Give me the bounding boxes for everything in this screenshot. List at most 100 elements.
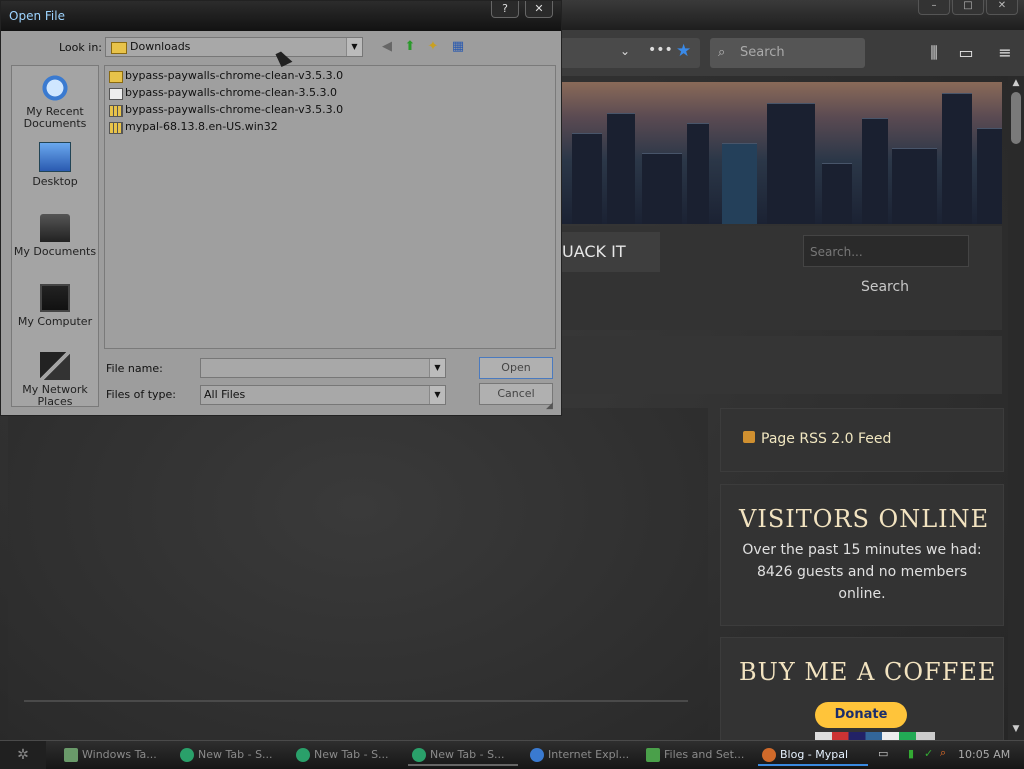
- visitors-text: Over the past 15 minutes we had: 8426 gu…: [742, 542, 982, 602]
- list-item[interactable]: bypass-paywalls-chrome-clean-3.5.3.0: [109, 85, 337, 101]
- taskbar-item[interactable]: New Tab - S...: [292, 744, 402, 766]
- chevron-down-icon[interactable]: ▼: [429, 386, 445, 404]
- dialog-close-button[interactable]: ✕: [525, 1, 553, 18]
- scrollbar-thumb[interactable]: [1011, 92, 1021, 144]
- files-of-type-label: Files of type:: [106, 388, 177, 401]
- rss-widget: Page RSS 2.0 Feed: [720, 408, 1004, 472]
- help-button[interactable]: ?: [491, 1, 519, 18]
- keyboard-icon[interactable]: ▭: [878, 747, 888, 760]
- new-folder-icon[interactable]: ✦: [424, 39, 442, 55]
- view-menu-icon[interactable]: ▦: [449, 39, 467, 55]
- network-icon[interactable]: ▮: [908, 747, 914, 760]
- place-label: My Network Places: [22, 383, 88, 408]
- page-scrollbar[interactable]: ▲ ▼: [1008, 76, 1024, 740]
- taskbar-item[interactable]: Internet Expl...: [526, 744, 636, 766]
- place-my-documents[interactable]: My Documents: [12, 214, 98, 258]
- chevron-down-icon[interactable]: ▼: [429, 359, 445, 377]
- visitors-title: VISITORS ONLINE: [739, 505, 990, 533]
- files-of-type-select[interactable]: All Files ▼: [200, 385, 446, 405]
- task-label: Windows Ta...: [82, 748, 157, 761]
- rss-icon: [743, 431, 755, 443]
- clock[interactable]: 10:05 AM: [958, 748, 1010, 761]
- maximize-button[interactable]: □: [952, 0, 984, 15]
- browser-icon: [180, 748, 194, 762]
- site-menu-item[interactable]: UACK IT: [562, 232, 660, 272]
- chevron-down-icon[interactable]: ⌄: [620, 44, 630, 58]
- cancel-button[interactable]: Cancel: [479, 383, 553, 405]
- system-tray: ▭ ▮ ✓ ⌕ 10:05 AM: [872, 741, 1024, 769]
- place-network[interactable]: My Network Places: [12, 352, 98, 408]
- resize-grip-icon[interactable]: ◢: [546, 401, 556, 411]
- coffee-widget: BUY ME A COFFEE Donate: [720, 637, 1004, 742]
- file-name: bypass-paywalls-chrome-clean-v3.5.3.0: [125, 69, 344, 82]
- donate-button[interactable]: Donate: [815, 702, 907, 728]
- bookmark-star-icon[interactable]: ★: [676, 41, 691, 61]
- start-button[interactable]: ✲: [0, 741, 46, 769]
- more-icon[interactable]: •••: [648, 42, 673, 58]
- library-icon[interactable]: ⫼: [923, 42, 945, 64]
- place-label: Desktop: [32, 175, 78, 188]
- look-in-select[interactable]: Downloads ▼: [105, 37, 363, 57]
- file-name-input[interactable]: ▼: [200, 358, 446, 378]
- chevron-down-icon[interactable]: ▼: [346, 38, 362, 56]
- main-column: [8, 408, 708, 740]
- file-icon: [109, 88, 123, 100]
- files-of-type-value: All Files: [204, 388, 246, 401]
- browser-search-placeholder: Search: [740, 45, 785, 60]
- list-item[interactable]: bypass-paywalls-chrome-clean-v3.5.3.0: [109, 68, 343, 84]
- place-label: My Documents: [13, 245, 97, 258]
- site-search-input[interactable]: Search...: [803, 235, 969, 267]
- dialog-titlebar[interactable]: Open File ? ✕: [1, 1, 561, 31]
- visitors-widget: VISITORS ONLINE Over the past 15 minutes…: [720, 484, 1004, 626]
- divider: [24, 700, 688, 702]
- task-label: Blog - Mypal: [780, 748, 849, 761]
- browser-icon: [412, 748, 426, 762]
- scroll-up-icon[interactable]: ▲: [1010, 78, 1022, 90]
- place-my-computer[interactable]: My Computer: [12, 284, 98, 328]
- zip-icon: [109, 105, 123, 117]
- taskbar-item[interactable]: New Tab - S...: [408, 744, 518, 766]
- place-desktop[interactable]: Desktop: [12, 142, 98, 188]
- coffee-title: BUY ME A COFFEE: [739, 658, 997, 686]
- site-search-button[interactable]: Search: [845, 274, 925, 300]
- taskbar-item-active[interactable]: Blog - Mypal: [758, 744, 868, 766]
- file-name: bypass-paywalls-chrome-clean-v3.5.3.0: [125, 103, 344, 116]
- back-icon[interactable]: ◀: [378, 39, 396, 55]
- rss-link[interactable]: Page RSS 2.0 Feed: [761, 431, 891, 447]
- sidebar-icon[interactable]: ▭: [955, 42, 977, 64]
- taskbar-item[interactable]: Windows Ta...: [60, 744, 170, 766]
- browser-search-input[interactable]: ⌕ Search: [710, 38, 865, 68]
- scroll-down-icon[interactable]: ▼: [1010, 724, 1022, 736]
- header-image: [562, 82, 1002, 224]
- close-window-button[interactable]: ✕: [986, 0, 1018, 15]
- internet-explorer-icon: [530, 748, 544, 762]
- menu-icon[interactable]: ≡: [994, 42, 1016, 64]
- look-in-value: Downloads: [130, 40, 191, 53]
- up-folder-icon[interactable]: ⬆: [401, 39, 419, 55]
- desktop-icon: [39, 142, 71, 172]
- taskbar: ✲ Windows Ta... New Tab - S... New Tab -…: [0, 740, 1024, 769]
- list-item[interactable]: bypass-paywalls-chrome-clean-v3.5.3.0: [109, 102, 343, 118]
- dialog-title: Open File: [9, 9, 65, 23]
- taskbar-item[interactable]: New Tab - S...: [176, 744, 286, 766]
- my-documents-icon: [40, 214, 70, 242]
- minimize-button[interactable]: –: [918, 0, 950, 15]
- file-name: mypal-68.13.8.en-US.win32: [125, 120, 278, 133]
- file-name-label: File name:: [106, 362, 163, 375]
- security-icon[interactable]: ✓: [924, 747, 933, 760]
- files-settings-icon: [646, 748, 660, 762]
- browser-toolbar: ⌄ ••• ★ ⌕ Search ⫼ ▭ ≡: [560, 30, 1024, 77]
- file-list: bypass-paywalls-chrome-clean-v3.5.3.0 by…: [104, 65, 556, 349]
- open-button[interactable]: Open: [479, 357, 553, 379]
- place-label: My Computer: [17, 315, 93, 328]
- folder-icon: [109, 71, 123, 83]
- search-icon: ⌕: [718, 45, 726, 60]
- browser-icon: [296, 748, 310, 762]
- search-tray-icon[interactable]: ⌕: [940, 746, 946, 760]
- places-bar: My Recent Documents Desktop My Documents…: [11, 65, 99, 408]
- place-recent[interactable]: My Recent Documents: [12, 74, 98, 130]
- taskbar-item[interactable]: Files and Set...: [642, 744, 752, 766]
- task-label: New Tab - S...: [198, 748, 273, 761]
- list-item[interactable]: mypal-68.13.8.en-US.win32: [109, 119, 278, 135]
- url-bar[interactable]: ⌄ ••• ★: [560, 38, 700, 68]
